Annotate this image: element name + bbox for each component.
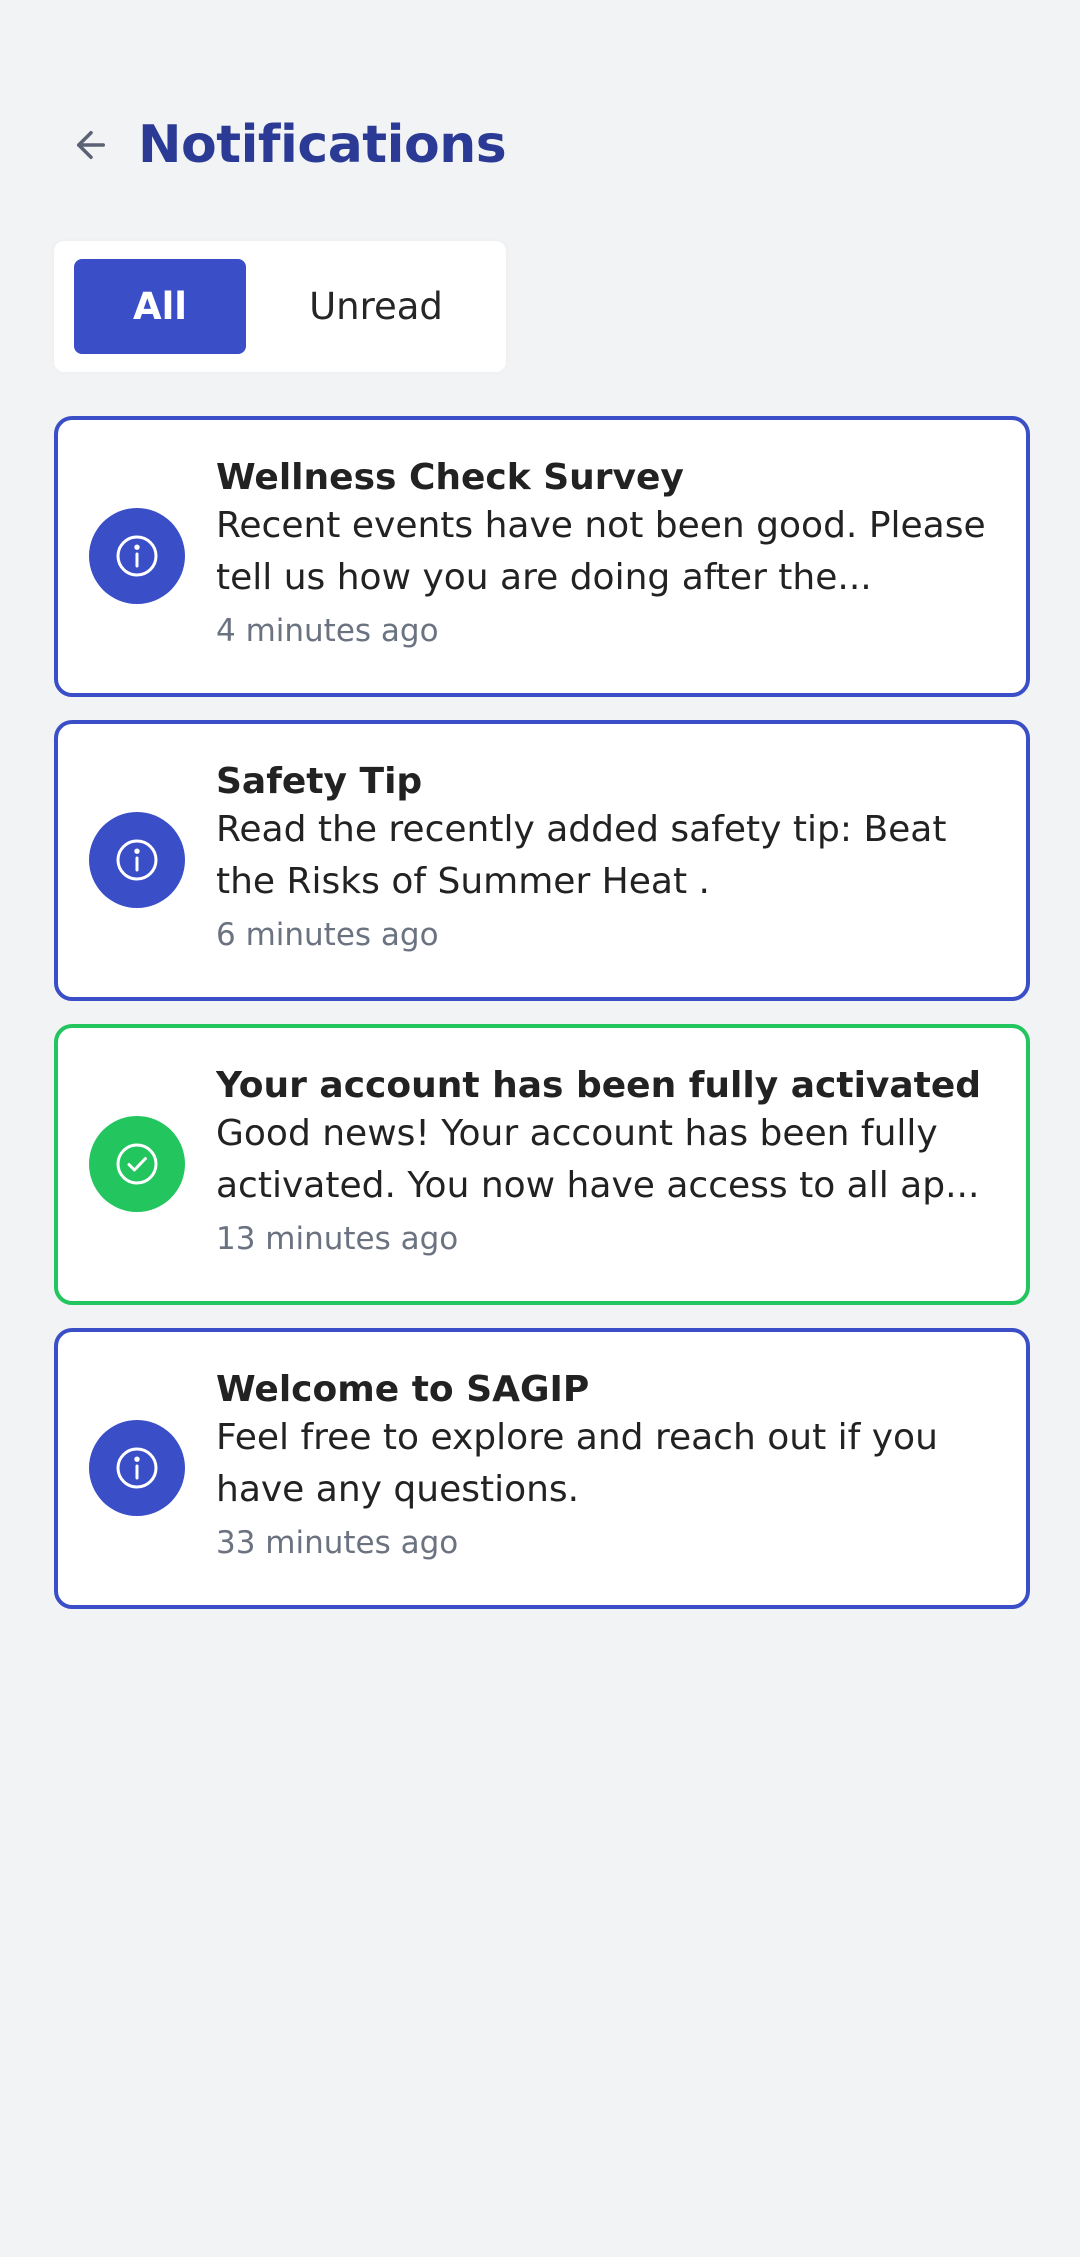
back-button[interactable] xyxy=(54,108,128,182)
notification-message: Recent events have not been good. Please… xyxy=(216,505,986,598)
arrow-left-icon xyxy=(77,131,105,159)
tab-all[interactable]: All xyxy=(74,259,246,354)
filter-tabs: All Unread xyxy=(54,241,506,372)
page-title: Notifications xyxy=(138,115,507,175)
check-circle-icon xyxy=(89,1116,185,1212)
notification-card[interactable]: Welcome to SAGIP Feel free to explore an… xyxy=(54,1328,1030,1609)
notification-card[interactable]: Your account has been fully activated Go… xyxy=(54,1024,1030,1305)
notifications-screen: Notifications All Unread Wellness Check … xyxy=(0,0,1080,2257)
header: Notifications xyxy=(54,100,507,190)
notification-card[interactable]: Wellness Check Survey Recent events have… xyxy=(54,416,1030,697)
notification-body: Safety Tip Read the recently added safet… xyxy=(216,760,1006,960)
notification-body: Your account has been fully activated Go… xyxy=(216,1064,1006,1264)
notification-body: Welcome to SAGIP Feel free to explore an… xyxy=(216,1368,1006,1568)
notification-message: Good news! Your account has been fully a… xyxy=(216,1113,980,1206)
notification-body: Wellness Check Survey Recent events have… xyxy=(216,456,1006,656)
notification-time: 4 minutes ago xyxy=(216,613,439,649)
notification-title: Wellness Check Survey xyxy=(216,457,684,498)
tab-unread[interactable]: Unread xyxy=(246,259,506,354)
notification-message: Read the recently added safety tip: Beat… xyxy=(216,809,947,902)
notification-card[interactable]: Safety Tip Read the recently added safet… xyxy=(54,720,1030,1001)
notification-time: 33 minutes ago xyxy=(216,1525,459,1561)
info-icon xyxy=(89,812,185,908)
notification-time: 6 minutes ago xyxy=(216,917,439,953)
notification-time: 13 minutes ago xyxy=(216,1221,459,1257)
info-icon xyxy=(89,508,185,604)
notification-title: Safety Tip xyxy=(216,761,423,802)
notification-list: Wellness Check Survey Recent events have… xyxy=(54,416,1030,1632)
notification-title: Your account has been fully activated xyxy=(216,1065,982,1106)
notification-title: Welcome to SAGIP xyxy=(216,1369,590,1410)
info-icon xyxy=(89,1420,185,1516)
notification-message: Feel free to explore and reach out if yo… xyxy=(216,1417,938,1510)
